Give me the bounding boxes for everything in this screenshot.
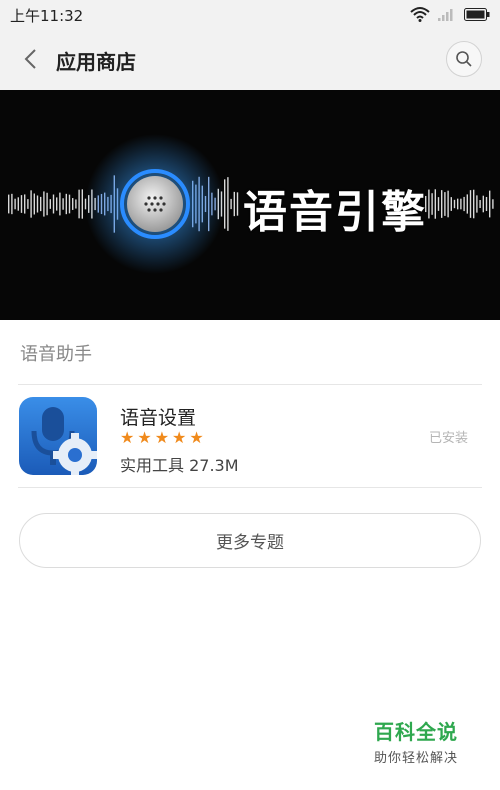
watermark-logo: 百科全说 助你轻松解决 [360, 716, 472, 766]
more-topics-button[interactable]: 更多专题 [19, 513, 481, 568]
star-icon: ★ [189, 428, 204, 447]
star-icon: ★ [172, 428, 187, 447]
status-bar: 上午11:32 [0, 0, 500, 28]
install-status: 已安装 [428, 431, 468, 446]
banner[interactable]: 语音引擎 [0, 90, 500, 320]
back-button[interactable] [16, 44, 46, 74]
search-icon [456, 51, 472, 67]
status-icons [410, 4, 490, 24]
wifi-icon [410, 7, 430, 22]
app-header: 应用商店 [0, 28, 500, 90]
watermark-title: 百科全说 [374, 720, 458, 744]
page-title: 应用商店 [56, 50, 136, 74]
star-icon: ★ [120, 428, 135, 447]
chevron-left-icon [24, 49, 36, 69]
rating-stars: ★ ★ ★ ★ ★ [120, 430, 204, 446]
signal-icon [438, 9, 453, 21]
search-button[interactable] [446, 41, 482, 77]
app-list-item[interactable]: 语音设置 ★ ★ ★ ★ ★ 实用工具 27.3M 已安装 [0, 385, 500, 487]
divider [18, 487, 482, 488]
microphone-gear-icon [19, 397, 97, 475]
star-icon: ★ [154, 428, 170, 447]
app-name: 语音设置 [120, 407, 197, 429]
app-meta: 实用工具 27.3M [120, 456, 239, 475]
section-title: 语音助手 [20, 344, 92, 365]
star-icon: ★ [137, 428, 152, 447]
watermark-subtitle: 助你轻松解决 [373, 751, 458, 766]
battery-icon [464, 7, 490, 21]
status-time: 上午11:32 [10, 7, 84, 25]
banner-title: 语音引擎 [243, 187, 427, 238]
